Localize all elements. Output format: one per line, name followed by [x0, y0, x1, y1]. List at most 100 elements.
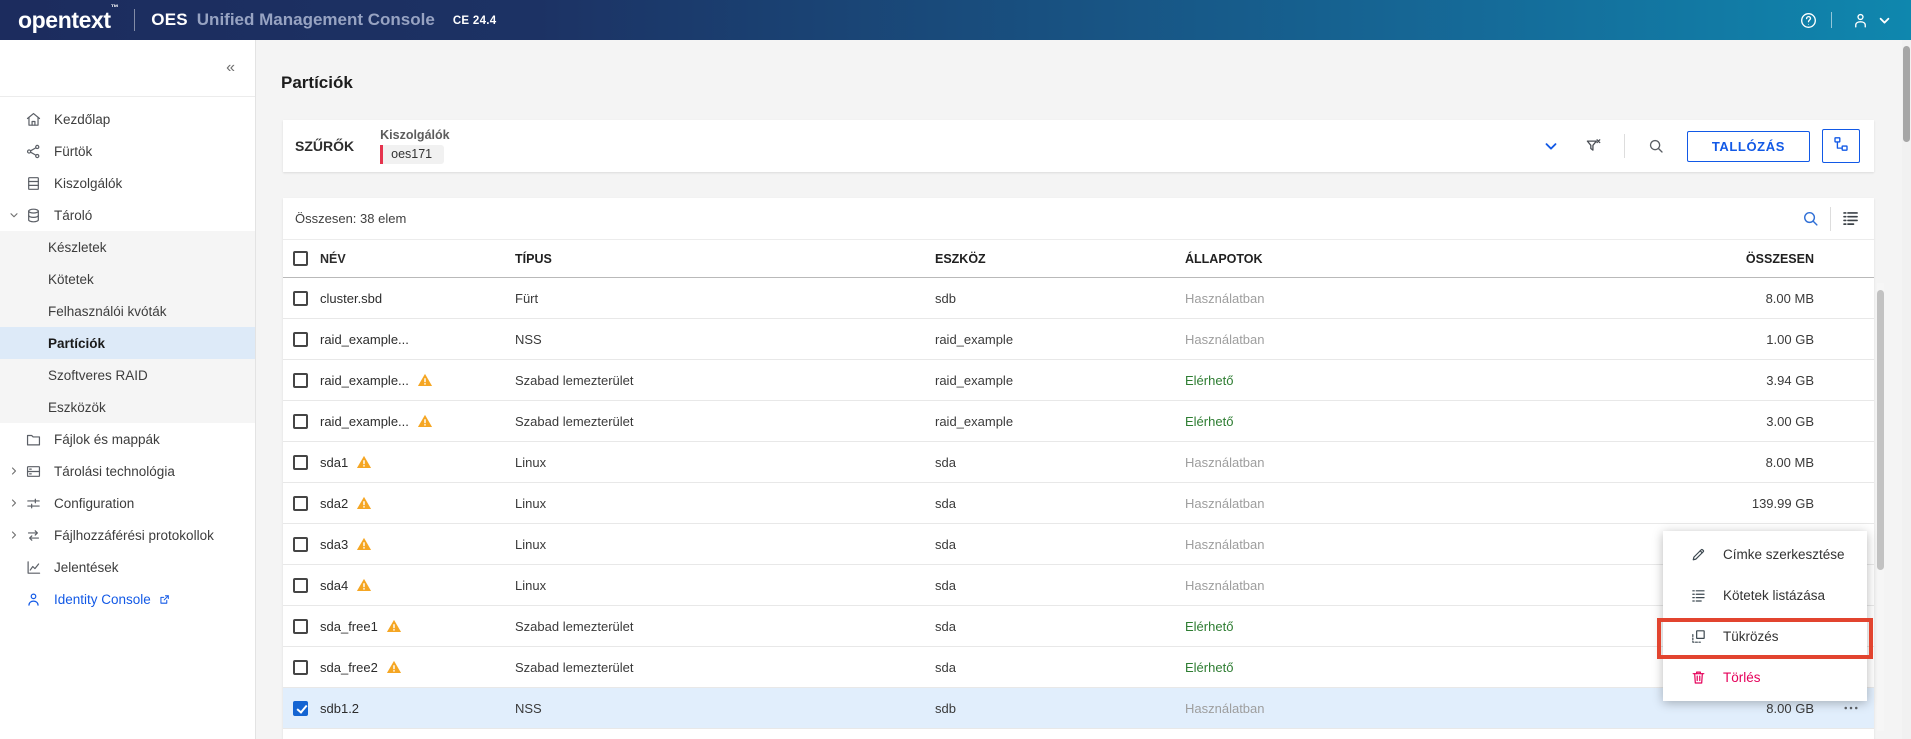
scrollbar-thumb[interactable]	[1877, 290, 1884, 570]
column-header-llapotok[interactable]: ÁLLAPOTOK	[1185, 252, 1465, 266]
warning-icon	[386, 659, 402, 675]
warning-icon	[417, 413, 433, 429]
row-checkbox[interactable]	[293, 660, 308, 675]
table-header-row: NÉVTÍPUSESZKÖZÁLLAPOTOKÖSSZESEN	[283, 240, 1874, 278]
context-menu-item-t-kr-z-s[interactable]: Tükrözés	[1663, 616, 1867, 657]
sidebar-item-szoftveres-raid[interactable]: Szoftveres RAID	[0, 359, 255, 391]
sidebar-item-t-rol-si-technol-gia[interactable]: Tárolási technológia	[0, 455, 255, 487]
column-header-eszk-z[interactable]: ESZKÖZ	[935, 252, 1185, 266]
table-scrollbar[interactable]	[1877, 283, 1884, 731]
sidebar-item-k-szletek[interactable]: Készletek	[0, 231, 255, 263]
sidebar-item-label: Kezdőlap	[54, 112, 110, 127]
search-icon[interactable]	[1647, 137, 1665, 155]
column-header-n-v[interactable]: NÉV	[320, 252, 515, 266]
user-icon[interactable]	[1851, 11, 1870, 30]
column-header-sszesen[interactable]: ÖSSZESEN	[1465, 252, 1814, 266]
context-menu-item-c-mke-szerkeszt-se[interactable]: Címke szerkesztése	[1663, 534, 1867, 575]
table-row-sda-free2[interactable]: sda_free2Szabad lemezterületsdaElérhető	[283, 647, 1874, 688]
chevron-down-icon[interactable]	[1542, 137, 1560, 155]
chevron-down-icon[interactable]	[1876, 12, 1893, 29]
select-all-checkbox[interactable]	[293, 251, 308, 266]
filter-chip-title: Kiszolgálók	[380, 128, 449, 142]
row-checkbox[interactable]	[293, 455, 308, 470]
cell-device: sda	[935, 578, 1185, 593]
warning-icon	[356, 536, 372, 552]
sidebar-item-label: Fürtök	[54, 144, 92, 159]
sidebar-item-label: Kiszolgálók	[54, 176, 122, 191]
row-checkbox[interactable]	[293, 537, 308, 552]
cell-device: sda	[935, 496, 1185, 511]
column-header-t-pus[interactable]: TÍPUS	[515, 252, 935, 266]
sidebar-item-label: Configuration	[54, 496, 134, 511]
scrollbar-thumb[interactable]	[1903, 46, 1910, 142]
sidebar-item-label: Eszközök	[48, 400, 106, 415]
search-icon[interactable]	[1801, 209, 1820, 228]
table-row-sda3[interactable]: sda3LinuxsdaHasználatban	[283, 524, 1874, 565]
context-menu-item-t-rl-s[interactable]: Törlés	[1663, 657, 1867, 698]
sidebar-item-kiszolg-l-k[interactable]: Kiszolgálók	[0, 167, 255, 199]
sidebar-item-k-tetek[interactable]: Kötetek	[0, 263, 255, 295]
row-checkbox[interactable]	[293, 291, 308, 306]
sidebar-item-label: Kötetek	[48, 272, 94, 287]
cell-type: Szabad lemezterület	[515, 660, 935, 675]
chevron-right-icon[interactable]	[8, 497, 25, 509]
chevron-right-icon[interactable]	[8, 529, 25, 541]
chevron-down-icon[interactable]	[8, 209, 25, 221]
cell-type: NSS	[515, 701, 935, 716]
sidebar-item-f-rt-k[interactable]: Fürtök	[0, 135, 255, 167]
sidebar-item-label: Szoftveres RAID	[48, 368, 148, 383]
row-checkbox[interactable]	[293, 414, 308, 429]
tree-view-button[interactable]	[1822, 129, 1860, 163]
cell-device: raid_example	[935, 332, 1185, 347]
storage-tech-icon	[25, 463, 43, 480]
warning-icon	[356, 577, 372, 593]
sidebar-item-f-jlok-s-mapp-k[interactable]: Fájlok és mappák	[0, 423, 255, 455]
row-checkbox[interactable]	[293, 332, 308, 347]
list-view-icon[interactable]	[1841, 209, 1860, 228]
sidebar-item-label: Fájlhozzáférési protokollok	[54, 528, 214, 543]
sidebar-item-t-rol[interactable]: Tároló	[0, 199, 255, 231]
warning-icon	[356, 454, 372, 470]
sidebar-item-f-jlhozz-f-r-si-protokollok[interactable]: Fájlhozzáférési protokollok	[0, 519, 255, 551]
row-checkbox[interactable]	[293, 373, 308, 388]
warning-icon	[356, 495, 372, 511]
row-checkbox[interactable]	[293, 578, 308, 593]
row-actions-menu-icon[interactable]	[1842, 699, 1860, 717]
cell-total: 8.00 GB	[1465, 701, 1814, 716]
table-row-sda4[interactable]: sda4LinuxsdaHasználatban	[283, 565, 1874, 606]
cell-type: Fürt	[515, 291, 935, 306]
table-row-sda1[interactable]: sda1LinuxsdaHasználatban8.00 MB	[283, 442, 1874, 483]
row-checkbox[interactable]	[293, 496, 308, 511]
context-menu-item-k-tetek-list-z-sa[interactable]: Kötetek listázása	[1663, 575, 1867, 616]
filter-clear-icon[interactable]	[1584, 137, 1602, 155]
table-row-sda2[interactable]: sda2LinuxsdaHasználatban139.99 GB	[283, 483, 1874, 524]
page-scrollbar[interactable]	[1902, 40, 1911, 739]
help-circle-icon[interactable]	[1799, 11, 1818, 30]
table-row-raid-example[interactable]: raid_example...NSSraid_exampleHasználatb…	[283, 319, 1874, 360]
row-checkbox[interactable]	[293, 701, 308, 716]
table-row-sda-free1[interactable]: sda_free1Szabad lemezterületsdaElérhető	[283, 606, 1874, 647]
sidebar-item-eszk-z-k[interactable]: Eszközök	[0, 391, 255, 423]
warning-icon	[417, 372, 433, 388]
table-row-raid-example[interactable]: raid_example...Szabad lemezterületraid_e…	[283, 360, 1874, 401]
sidebar-item-identity-console[interactable]: Identity Console	[0, 583, 255, 615]
cell-status: Használatban	[1185, 291, 1465, 306]
filter-chip[interactable]: oes171	[380, 145, 444, 164]
sidebar-item-part-ci-k[interactable]: Partíciók	[0, 327, 255, 359]
chevron-right-icon[interactable]	[8, 465, 25, 477]
pencil-icon	[1690, 546, 1707, 563]
sidebar-collapse-button[interactable]: «	[226, 60, 235, 76]
row-checkbox[interactable]	[293, 619, 308, 634]
browse-button[interactable]: TALLÓZÁS	[1687, 131, 1810, 162]
sidebar-item-label: Tároló	[54, 208, 92, 223]
sidebar-item-jelent-sek[interactable]: Jelentések	[0, 551, 255, 583]
sidebar-item-configuration[interactable]: Configuration	[0, 487, 255, 519]
table-row-cluster-sbd[interactable]: cluster.sbdFürtsdbHasználatban8.00 MB	[283, 278, 1874, 319]
table-row-sdb1-2[interactable]: sdb1.2NSSsdbHasználatban8.00 GB	[283, 688, 1874, 729]
protocols-icon	[25, 527, 43, 544]
sidebar-item-felhaszn-l-i-kv-t-k[interactable]: Felhasználói kvóták	[0, 295, 255, 327]
sidebar-item-kezd-lap[interactable]: Kezdőlap	[0, 103, 255, 135]
cell-type: Linux	[515, 496, 935, 511]
sidebar-item-label: Készletek	[48, 240, 107, 255]
table-row-raid-example[interactable]: raid_example...Szabad lemezterületraid_e…	[283, 401, 1874, 442]
